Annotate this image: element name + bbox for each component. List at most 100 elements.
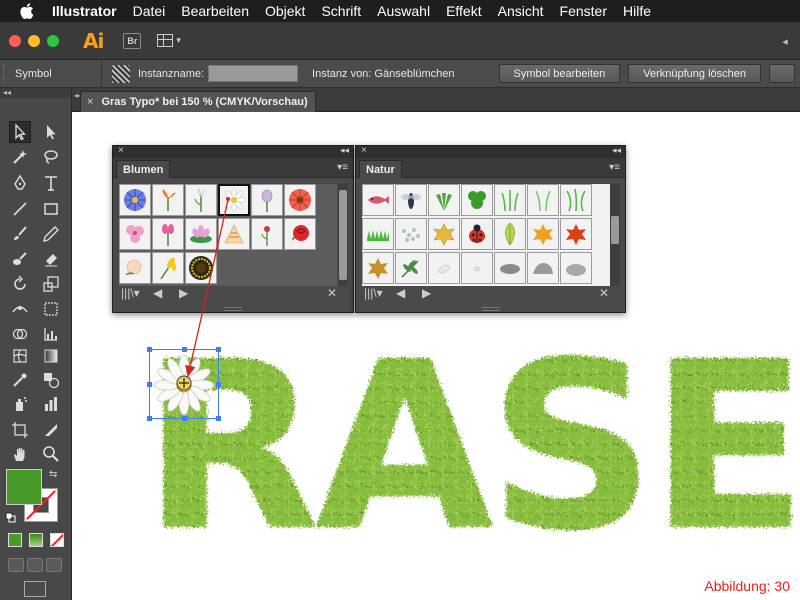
instance-name-input[interactable] — [208, 65, 299, 82]
draw-behind-icon[interactable] — [27, 558, 43, 572]
symbol-swatch[interactable] — [284, 218, 316, 250]
artboard-tool-icon[interactable] — [9, 419, 31, 441]
symbol-swatch[interactable] — [251, 218, 283, 250]
menu-effekt[interactable]: Effekt — [438, 3, 490, 19]
menu-objekt[interactable]: Objekt — [257, 3, 313, 19]
direct-selection-tool-icon[interactable] — [40, 121, 62, 143]
symbol-icon[interactable] — [112, 64, 130, 83]
blend-tool-icon[interactable] — [40, 369, 62, 391]
bounding-box-handle[interactable] — [216, 416, 221, 421]
workspace-switcher-icon[interactable]: ◂ — [770, 22, 800, 60]
symbol-swatch[interactable] — [428, 184, 460, 216]
close-window-icon[interactable] — [9, 34, 21, 47]
pencil-tool-icon[interactable] — [40, 223, 62, 245]
symbol-swatch[interactable] — [185, 184, 217, 216]
scrollbar-thumb[interactable] — [339, 190, 347, 280]
scrollbar-thumb[interactable] — [611, 216, 619, 244]
symbol-swatch[interactable] — [251, 184, 283, 216]
symbol-sprayer-tool-icon[interactable] — [9, 393, 31, 415]
symbol-swatch[interactable] — [185, 252, 217, 284]
symbol-swatch[interactable] — [218, 218, 250, 250]
next-library-icon[interactable]: ▶ — [422, 286, 431, 300]
symbol-swatch-selected[interactable] — [218, 184, 250, 216]
shape-builder-tool-icon[interactable] — [9, 323, 31, 345]
symbol-swatch[interactable] — [428, 252, 460, 284]
edit-symbol-button[interactable]: Symbol bearbeiten — [498, 64, 621, 83]
bounding-box-handle[interactable] — [182, 416, 187, 421]
swap-fill-stroke-icon[interactable]: ⇆ — [49, 469, 61, 481]
bounding-box-handle[interactable] — [216, 382, 221, 387]
symbol-swatch[interactable] — [362, 218, 394, 250]
bounding-box-handle[interactable] — [182, 347, 187, 352]
symbol-swatch[interactable] — [560, 184, 592, 216]
bounding-box-handle[interactable] — [147, 382, 152, 387]
tools-icon[interactable]: ✕ — [327, 286, 337, 300]
symbol-swatch[interactable] — [494, 252, 526, 284]
type-tool-icon[interactable] — [40, 172, 62, 194]
symbol-swatch[interactable] — [395, 218, 427, 250]
document-tab[interactable]: × Gras Typo* bei 150 % (CMYK/Vorschau) — [80, 91, 316, 112]
symbol-swatch[interactable] — [152, 218, 184, 250]
none-mode-icon[interactable] — [50, 533, 64, 547]
symbol-swatch[interactable] — [494, 184, 526, 216]
tab-blumen[interactable]: Blumen — [116, 160, 171, 178]
color-mode-icon[interactable] — [8, 533, 22, 547]
slice-tool-icon[interactable] — [40, 419, 62, 441]
menu-hilfe[interactable]: Hilfe — [615, 3, 659, 19]
panel-resize-grip[interactable] — [224, 307, 242, 311]
rectangle-tool-icon[interactable] — [40, 198, 62, 220]
symbol-swatch[interactable] — [362, 252, 394, 284]
lasso-tool-icon[interactable] — [40, 146, 62, 168]
apple-icon[interactable] — [18, 2, 36, 20]
gradient-tool-icon[interactable] — [40, 345, 62, 367]
rotate-tool-icon[interactable] — [9, 273, 31, 295]
symbol-swatch[interactable] — [119, 184, 151, 216]
menu-datei[interactable]: Datei — [125, 3, 174, 19]
tab-natur[interactable]: Natur — [359, 160, 402, 178]
panel-resize-grip[interactable] — [481, 307, 500, 311]
bounding-box-handle[interactable] — [147, 416, 152, 421]
line-segment-tool-icon[interactable] — [9, 198, 31, 220]
screen-mode-icon[interactable] — [24, 581, 46, 597]
mesh-tool-icon[interactable] — [9, 345, 31, 367]
symbol-swatch[interactable] — [152, 184, 184, 216]
close-panel-icon[interactable]: × — [118, 145, 124, 156]
symbol-swatch[interactable] — [395, 252, 427, 284]
bounding-box-handle[interactable] — [147, 347, 152, 352]
eraser-tool-icon[interactable] — [40, 248, 62, 270]
default-fill-stroke-icon[interactable] — [5, 511, 17, 523]
panel-menu-icon[interactable]: ▾≡ — [609, 162, 620, 173]
symbol-swatch[interactable] — [461, 252, 493, 284]
symbol-swatch[interactable] — [284, 184, 316, 216]
symbol-swatch[interactable] — [119, 218, 151, 250]
panel-titlebar[interactable]: × ◂◂ — [356, 145, 625, 158]
zoom-window-icon[interactable] — [47, 34, 59, 47]
previous-library-icon[interactable]: ◀ — [153, 286, 162, 300]
symbol-swatch[interactable] — [395, 184, 427, 216]
menu-auswahl[interactable]: Auswahl — [369, 3, 438, 19]
break-link-button[interactable]: Verknüpfung löschen — [628, 64, 762, 83]
panel-menu-icon[interactable]: ▾≡ — [337, 162, 348, 173]
symbol-swatch[interactable] — [527, 184, 559, 216]
symbol-swatch[interactable] — [119, 252, 151, 284]
symbol-swatch[interactable] — [428, 218, 460, 250]
symbol-swatch[interactable] — [152, 252, 184, 284]
arrange-documents-button[interactable]: ▾ — [157, 34, 181, 47]
bridge-button[interactable]: Br — [123, 32, 142, 49]
column-graph-tool-icon[interactable] — [40, 393, 62, 415]
fill-swatch[interactable] — [6, 469, 42, 505]
symbol-swatch[interactable] — [527, 218, 559, 250]
symbol-swatch[interactable] — [461, 184, 493, 216]
symbol-swatch[interactable] — [185, 218, 217, 250]
menu-fenster[interactable]: Fenster — [552, 3, 615, 19]
paintbrush-tool-icon[interactable] — [9, 223, 31, 245]
width-tool-icon[interactable] — [9, 298, 31, 320]
menu-ansicht[interactable]: Ansicht — [490, 3, 552, 19]
free-transform-tool-icon[interactable] — [40, 298, 62, 320]
menu-schrift[interactable]: Schrift — [313, 3, 369, 19]
zoom-tool-icon[interactable] — [40, 443, 62, 465]
daisy-symbol-instance[interactable] — [147, 347, 221, 421]
next-library-icon[interactable]: ▶ — [179, 286, 188, 300]
symbol-swatch[interactable] — [527, 252, 559, 284]
magic-wand-tool-icon[interactable] — [9, 146, 31, 168]
